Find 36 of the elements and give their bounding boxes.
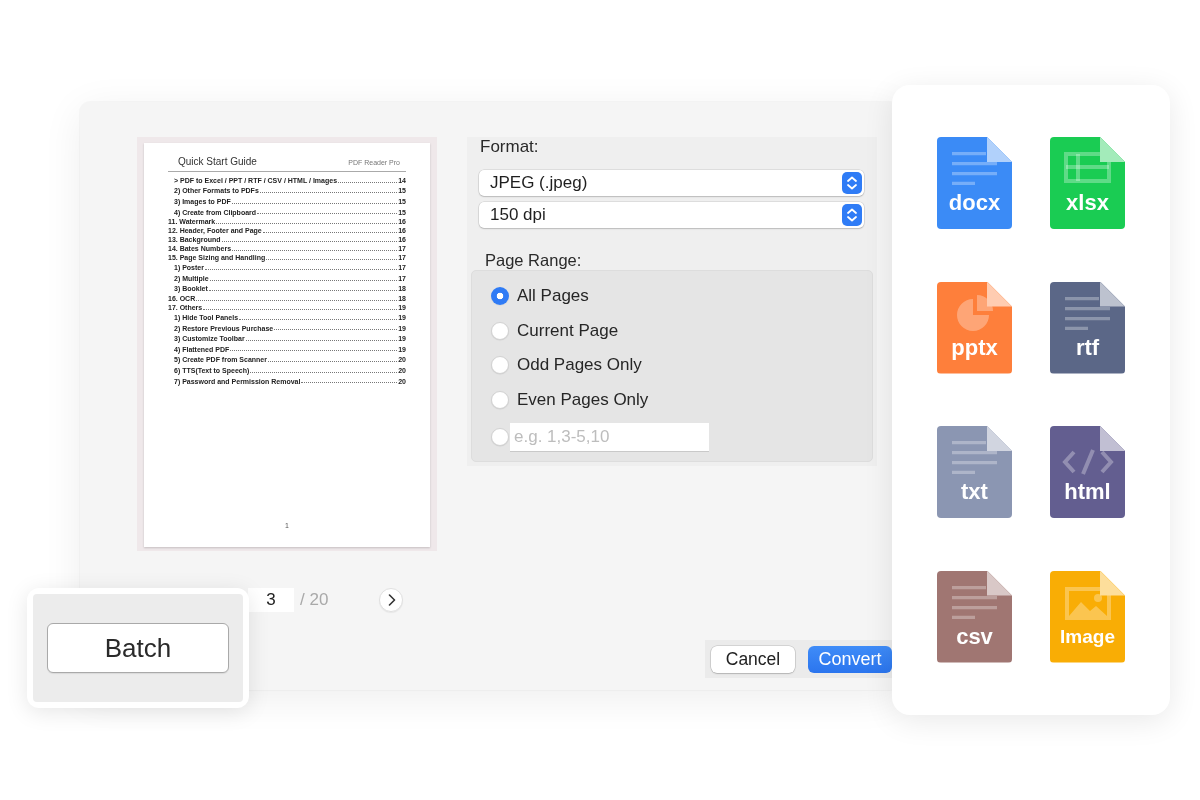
page-range-input[interactable]: e.g. 1,3-5,10 (510, 423, 709, 451)
text-lines-icon (1065, 296, 1110, 330)
cancel-button[interactable]: Cancel (711, 645, 795, 673)
radio-button[interactable] (491, 321, 509, 340)
text-lines-icon (952, 152, 997, 185)
text-lines-icon (952, 585, 997, 619)
format-label: Format: (480, 137, 539, 157)
file-format-button[interactable]: docx (937, 137, 1012, 229)
format-select[interactable]: JPEG (.jpeg) (479, 170, 864, 196)
radio-button[interactable] (491, 390, 509, 409)
page-total: / 20 (300, 590, 329, 610)
document-title: Quick Start Guide (178, 155, 257, 168)
page-number-input[interactable]: 3 (248, 588, 294, 612)
radio-button[interactable] (491, 356, 509, 375)
radio-label: All Pages (517, 286, 589, 307)
picture-icon (1065, 586, 1111, 620)
resolution-select[interactable]: 150 dpi (479, 202, 864, 228)
radio-button[interactable] (491, 287, 509, 306)
chevron-updown-icon (842, 172, 862, 194)
radio-label: Current Page (517, 320, 619, 341)
chevron-updown-icon (842, 204, 862, 226)
convert-button[interactable]: Convert (808, 645, 892, 673)
file-format-button[interactable]: rtf (1050, 281, 1125, 374)
file-format-button[interactable]: html (1050, 426, 1125, 518)
pie-chart-icon (957, 294, 993, 331)
page-range-label: Page Range: (485, 250, 582, 270)
file-format-button[interactable]: txt (937, 426, 1012, 518)
code-icon (1062, 449, 1114, 475)
batch-button[interactable]: Batch (47, 623, 229, 673)
radio-label: Even Pages Only (517, 389, 649, 410)
radio-label: Odd Pages Only (517, 355, 642, 376)
chevron-right-icon (387, 594, 396, 606)
file-format-button[interactable]: csv (937, 570, 1012, 663)
radio-button[interactable] (491, 428, 509, 446)
text-lines-icon (952, 441, 997, 474)
next-page-button[interactable] (379, 588, 404, 612)
